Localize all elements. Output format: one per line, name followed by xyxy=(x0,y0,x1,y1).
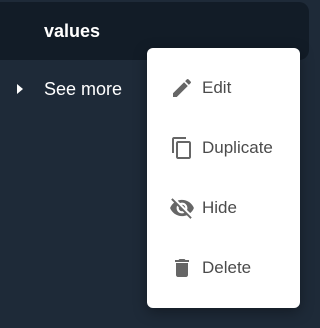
caret-right-icon xyxy=(14,83,26,95)
trash-icon xyxy=(169,255,195,281)
menu-item-edit[interactable]: Edit xyxy=(147,66,300,110)
see-more-label: See more xyxy=(44,79,123,99)
menu-item-delete-label: Delete xyxy=(202,258,252,277)
context-menu: Edit Duplicate Hide Delete xyxy=(147,48,300,308)
menu-item-hide[interactable]: Hide xyxy=(147,186,300,230)
menu-item-edit-label: Edit xyxy=(202,78,232,97)
eye-off-icon xyxy=(169,195,195,221)
pencil-icon xyxy=(169,75,195,101)
panel: values See more Edit Duplicate Hide Dele… xyxy=(0,0,313,328)
menu-item-hide-label: Hide xyxy=(202,198,237,217)
menu-item-duplicate-label: Duplicate xyxy=(202,138,273,157)
menu-item-duplicate[interactable]: Duplicate xyxy=(147,126,300,170)
duplicate-icon xyxy=(169,135,195,161)
header-title: values xyxy=(44,21,101,41)
see-more-toggle[interactable]: See more xyxy=(14,76,122,102)
menu-item-delete[interactable]: Delete xyxy=(147,246,300,290)
